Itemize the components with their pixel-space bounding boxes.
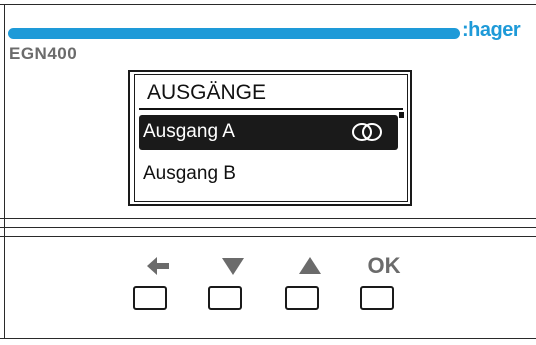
triangle-down-icon <box>213 252 253 280</box>
interlinked-rings-icon <box>352 123 382 141</box>
device-panel: :hager EGN400 AUSGÄNGE Ausgang A Ausgang… <box>0 0 536 345</box>
arrow-left-icon <box>138 252 178 280</box>
scroll-indicator <box>399 112 404 118</box>
panel-bottom-edge <box>0 338 536 339</box>
panel-divider <box>0 218 536 219</box>
display-title: AUSGÄNGE <box>147 81 267 104</box>
up-button[interactable] <box>285 286 319 310</box>
panel-top-edge <box>0 4 536 5</box>
down-button[interactable] <box>208 286 242 310</box>
brand-stripe <box>8 28 460 39</box>
brand-logo: :hager <box>462 19 521 41</box>
menu-item-label: Ausgang A <box>143 121 235 142</box>
menu-item-ausgang-a[interactable]: Ausgang A <box>139 115 398 150</box>
title-separator <box>139 108 403 110</box>
panel-divider <box>0 227 536 228</box>
panel-left-edge <box>4 4 5 339</box>
lcd-display: AUSGÄNGE Ausgang A Ausgang B <box>134 74 408 202</box>
model-label: EGN400 <box>9 44 78 63</box>
panel-divider <box>0 236 536 237</box>
menu-item-ausgang-b[interactable]: Ausgang B <box>143 163 236 185</box>
back-button[interactable] <box>133 286 167 310</box>
ok-button[interactable] <box>360 286 394 310</box>
ok-label: OK <box>367 253 401 278</box>
triangle-up-icon <box>290 252 330 280</box>
